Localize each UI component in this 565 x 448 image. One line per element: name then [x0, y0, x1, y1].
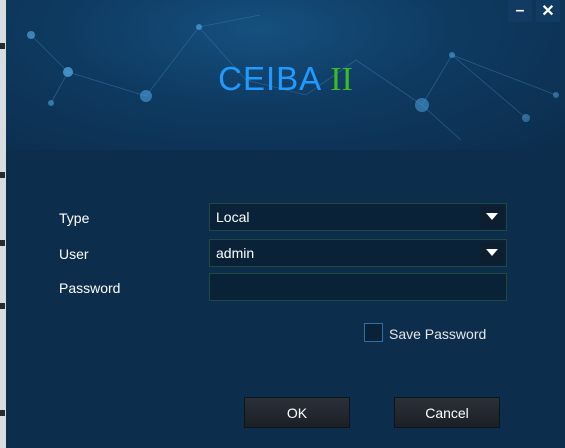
user-select[interactable]: admin [209, 239, 507, 267]
type-label: Type [59, 210, 90, 226]
close-button[interactable]: ✕ [536, 0, 560, 22]
user-select-value: admin [216, 245, 255, 261]
cancel-button[interactable]: Cancel [394, 397, 500, 428]
minimize-button[interactable]: – [508, 0, 532, 22]
ok-button[interactable]: OK [244, 397, 350, 428]
type-select-value: Local [216, 209, 250, 225]
password-label: Password [59, 280, 121, 296]
type-select[interactable]: Local [209, 203, 507, 231]
logo-version-text: II [330, 61, 353, 98]
chevron-down-icon[interactable] [480, 206, 504, 228]
app-logo: CEIBA II [6, 60, 565, 99]
logo-brand-text: CEIBA [218, 60, 323, 97]
login-dialog: – ✕ CEIBA II Type Local User admin Passwo… [6, 0, 565, 448]
user-label: User [59, 246, 89, 262]
save-password-checkbox[interactable] [364, 323, 383, 342]
chevron-down-icon[interactable] [480, 242, 504, 264]
save-password-label[interactable]: Save Password [389, 326, 486, 342]
password-field[interactable] [209, 273, 507, 301]
